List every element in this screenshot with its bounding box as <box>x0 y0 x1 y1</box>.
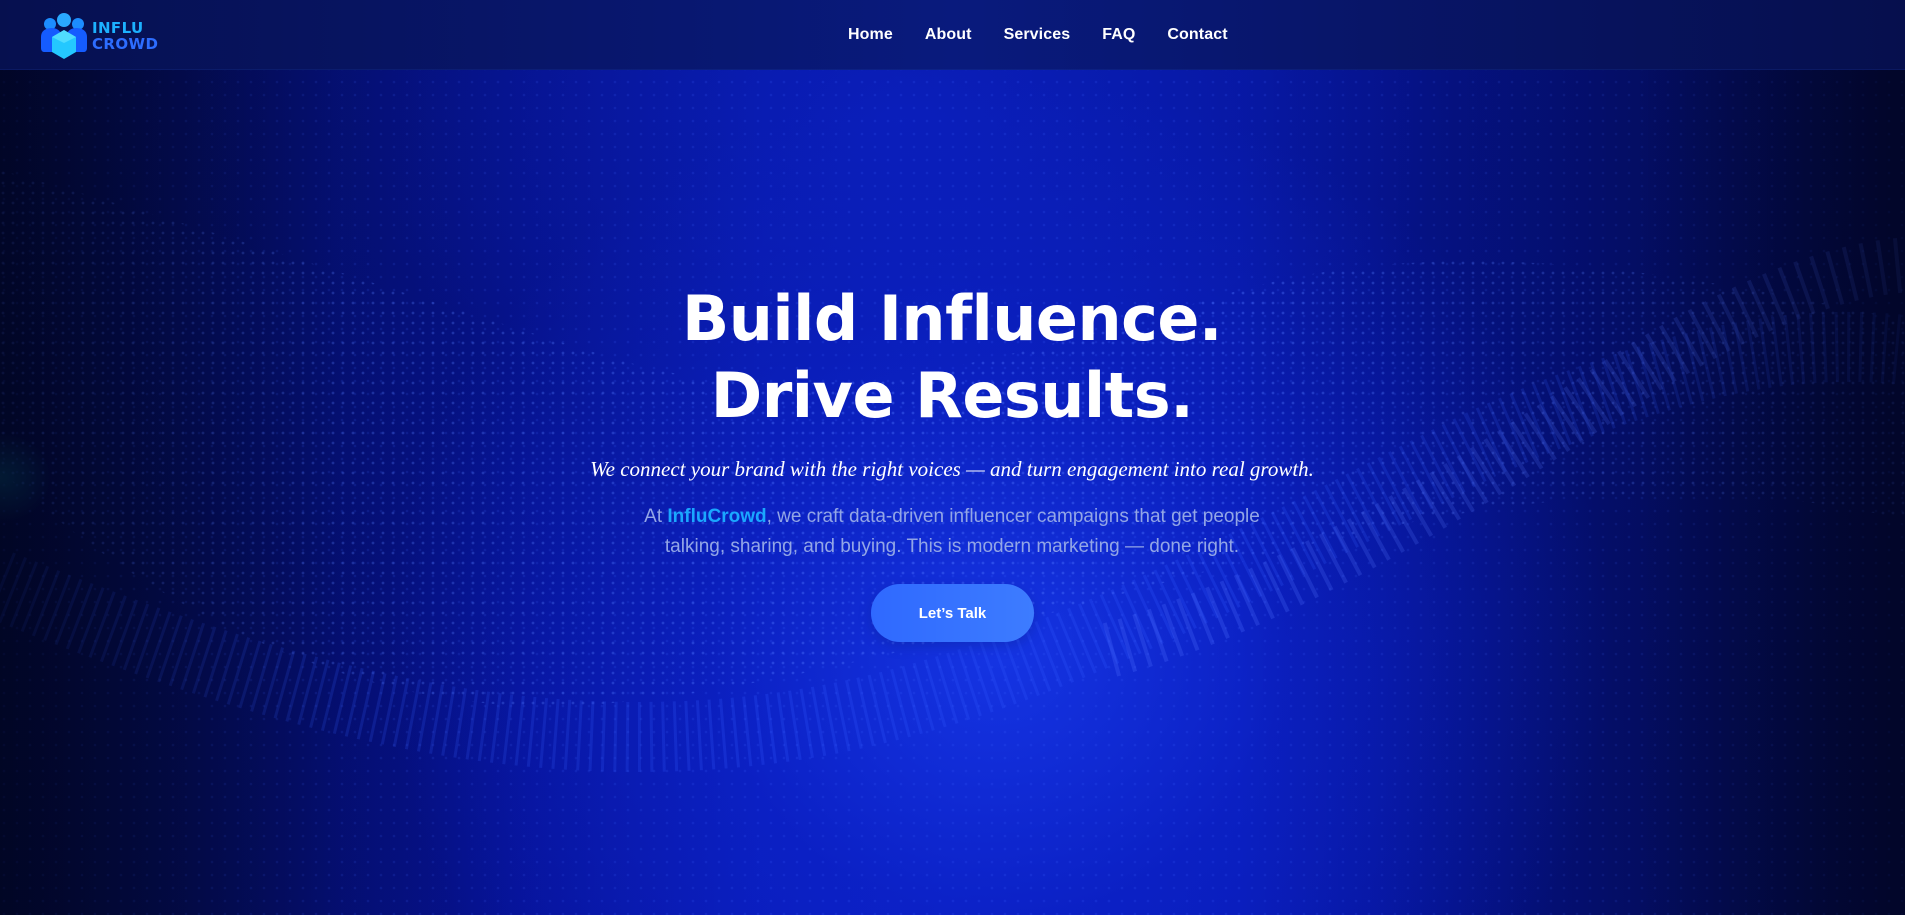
nav-link-faq[interactable]: FAQ <box>1102 26 1135 43</box>
top-navigation-bar: INFLU CROWD Home About Services FAQ Cont… <box>0 0 1905 70</box>
brand-wordmark-line-2: CROWD <box>92 35 159 53</box>
hero-headline-line-1: Build Influence. <box>682 282 1222 355</box>
brand-wordmark: INFLU CROWD <box>92 20 158 52</box>
hero-description: At InfluCrowd, we craft data-driven infl… <box>612 502 1292 562</box>
nav-link-home[interactable]: Home <box>848 26 893 43</box>
nav-link-about[interactable]: About <box>925 26 972 43</box>
nav-link-services[interactable]: Services <box>1004 26 1071 43</box>
nav-link-contact[interactable]: Contact <box>1167 26 1227 43</box>
hero-tagline: We connect your brand with the right voi… <box>590 457 1314 481</box>
lets-talk-button[interactable]: Let’s Talk <box>871 584 1034 642</box>
nav-links: Home About Services FAQ Contact <box>848 24 1228 44</box>
nav-item-about: About <box>925 24 972 44</box>
influcrowd-logo[interactable]: INFLU CROWD <box>38 12 160 60</box>
hero-brand-name: InfluCrowd <box>667 506 767 527</box>
hero-section: Build Influence. Drive Results. We conne… <box>0 0 1905 915</box>
nav-item-home: Home <box>848 24 893 44</box>
brand-wordmark-line-1: INFLU <box>92 19 144 37</box>
landing-page: INFLU CROWD Home About Services FAQ Cont… <box>0 0 1905 915</box>
hero-headline-line-2: Drive Results. <box>710 359 1194 432</box>
people-group-icon <box>41 13 87 59</box>
hero-description-prefix: At <box>644 506 663 527</box>
nav-item-services: Services <box>1004 24 1071 44</box>
hero-headline: Build Influence. Drive Results. <box>452 280 1452 434</box>
nav-item-contact: Contact <box>1167 24 1227 44</box>
nav-item-faq: FAQ <box>1102 24 1135 44</box>
